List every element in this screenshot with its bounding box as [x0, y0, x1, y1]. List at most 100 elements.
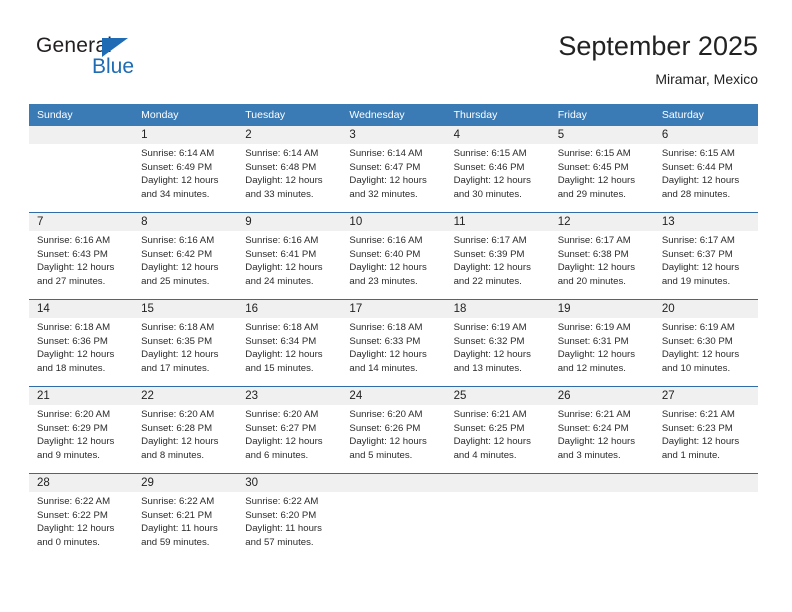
- day-detail-daylight-line2: and 6 minutes.: [245, 450, 309, 462]
- calendar-week-row: 28 Sunrise: 6:22 AM Sunset: 6:22 PM Dayligh…: [29, 473, 758, 560]
- day-number: 5: [557, 129, 565, 141]
- day-details: Sunrise: 6:17 AM Sunset: 6:38 PM Daylight:…: [558, 231, 651, 289]
- calendar-day-cell[interactable]: 20 Sunrise: 6:19 AM Sunset: 6:30 PM Dayligh…: [654, 300, 758, 386]
- day-detail-daylight-line2: and 15 minutes.: [245, 363, 314, 375]
- day-detail-daylight-line1: Daylight: 12 hours: [245, 175, 323, 187]
- day-details: Sunrise: 6:20 AM Sunset: 6:26 PM Daylight:…: [349, 405, 442, 463]
- day-number: 18: [453, 303, 467, 315]
- day-number: 4: [453, 129, 460, 141]
- day-details: Sunrise: 6:21 AM Sunset: 6:24 PM Daylight:…: [558, 405, 651, 463]
- calendar-day-cell[interactable]: 13 Sunrise: 6:17 AM Sunset: 6:37 PM Dayligh…: [654, 213, 758, 299]
- day-detail-sunrise: Sunrise: 6:17 AM: [453, 235, 527, 246]
- day-detail-sunrise: Sunrise: 6:15 AM: [557, 148, 631, 159]
- calendar-day-cell[interactable]: 19 Sunrise: 6:19 AM Sunset: 6:31 PM Dayligh…: [550, 300, 654, 386]
- day-detail-sunrise: Sunrise: 6:21 AM: [453, 409, 527, 420]
- day-detail-sunrise: Sunrise: 6:20 AM: [37, 409, 111, 420]
- calendar-day-cell[interactable]: 2 Sunrise: 6:14 AM Sunset: 6:48 PM Daylight…: [237, 126, 341, 212]
- day-detail-daylight-line2: and 33 minutes.: [245, 189, 314, 201]
- weekday-header-wednesday: Wednesday: [349, 109, 405, 121]
- day-detail-sunrise: Sunrise: 6:15 AM: [453, 148, 527, 159]
- day-detail-sunrise: Sunrise: 6:17 AM: [661, 235, 735, 246]
- day-detail-sunrise: Sunrise: 6:20 AM: [141, 409, 215, 420]
- day-detail-daylight-line1: Daylight: 12 hours: [349, 262, 427, 274]
- day-number: 3: [349, 129, 356, 141]
- calendar-day-cell[interactable]: 29 Sunrise: 6:22 AM Sunset: 6:21 PM Dayligh…: [133, 474, 237, 560]
- day-number: 30: [245, 477, 259, 489]
- day-detail-daylight-line1: Daylight: 12 hours: [661, 436, 740, 448]
- day-detail-sunrise: Sunrise: 6:14 AM: [349, 148, 423, 159]
- calendar-day-cell[interactable]: 17 Sunrise: 6:18 AM Sunset: 6:33 PM Dayligh…: [341, 300, 445, 386]
- calendar-day-cell[interactable]: 21 Sunrise: 6:20 AM Sunset: 6:29 PM Dayligh…: [29, 387, 133, 473]
- calendar-day-cell[interactable]: 26 Sunrise: 6:21 AM Sunset: 6:24 PM Dayligh…: [550, 387, 654, 473]
- calendar-day-cell[interactable]: 27 Sunrise: 6:21 AM Sunset: 6:23 PM Dayligh…: [654, 387, 758, 473]
- calendar-day-cell[interactable]: 4 Sunrise: 6:15 AM Sunset: 6:46 PM Daylight…: [446, 126, 550, 212]
- day-detail-daylight-line2: and 30 minutes.: [453, 189, 522, 201]
- weekday-header-tuesday: Tuesday: [245, 109, 286, 121]
- day-details: Sunrise: 6:18 AM Sunset: 6:35 PM Daylight:…: [141, 318, 234, 376]
- day-detail-sunset: Sunset: 6:25 PM: [453, 422, 525, 434]
- day-detail-sunset: Sunset: 6:48 PM: [245, 161, 317, 173]
- day-details: Sunrise: 6:15 AM Sunset: 6:44 PM Daylight:…: [662, 144, 755, 202]
- day-number: 17: [349, 303, 363, 315]
- calendar-day-cell[interactable]: 6 Sunrise: 6:15 AM Sunset: 6:44 PM Daylight…: [654, 126, 758, 212]
- day-number: [37, 126, 130, 144]
- calendar-week-cells: 1 Sunrise: 6:14 AM Sunset: 6:49 PM Daylight…: [29, 126, 758, 212]
- calendar-week-row: 14 Sunrise: 6:18 AM Sunset: 6:36 PM Dayligh…: [29, 299, 758, 386]
- calendar-day-cell[interactable]: 18 Sunrise: 6:19 AM Sunset: 6:32 PM Dayligh…: [446, 300, 550, 386]
- day-detail-sunset: Sunset: 6:44 PM: [661, 161, 733, 173]
- calendar-grid: Sunday Monday Tuesday Wednesday Thursday Frid…: [29, 104, 758, 560]
- calendar-day-cell[interactable]: 8 Sunrise: 6:16 AM Sunset: 6:42 PM Daylight…: [133, 213, 237, 299]
- day-detail-daylight-line1: Daylight: 12 hours: [141, 175, 219, 187]
- weekday-header-thursday: Thursday: [453, 109, 498, 121]
- day-detail-daylight-line2: and 59 minutes.: [141, 537, 210, 549]
- day-detail-daylight-line2: and 4 minutes.: [453, 450, 517, 462]
- day-number: 27: [661, 390, 675, 402]
- day-detail-daylight-line2: and 10 minutes.: [661, 363, 731, 375]
- day-detail-daylight-line1: Daylight: 12 hours: [141, 262, 219, 274]
- day-detail-daylight-line2: and 8 minutes.: [141, 450, 205, 462]
- day-details: Sunrise: 6:16 AM Sunset: 6:41 PM Daylight:…: [245, 231, 338, 289]
- day-detail-daylight-line2: and 25 minutes.: [141, 276, 210, 288]
- calendar-day-cell[interactable]: 28 Sunrise: 6:22 AM Sunset: 6:22 PM Dayligh…: [29, 474, 133, 560]
- day-detail-daylight-line1: Daylight: 12 hours: [661, 349, 740, 361]
- calendar-day-cell[interactable]: 15 Sunrise: 6:18 AM Sunset: 6:35 PM Dayligh…: [133, 300, 237, 386]
- day-detail-sunrise: Sunrise: 6:18 AM: [245, 322, 319, 333]
- calendar-day-cell[interactable]: 1 Sunrise: 6:14 AM Sunset: 6:49 PM Daylight…: [133, 126, 237, 212]
- day-detail-sunset: Sunset: 6:46 PM: [453, 161, 525, 173]
- calendar-day-cell[interactable]: 3 Sunrise: 6:14 AM Sunset: 6:47 PM Daylight…: [341, 126, 445, 212]
- calendar-day-cell[interactable]: 30 Sunrise: 6:22 AM Sunset: 6:20 PM Dayligh…: [237, 474, 341, 560]
- day-detail-sunset: Sunset: 6:28 PM: [141, 422, 213, 434]
- day-detail-sunset: Sunset: 6:36 PM: [37, 335, 108, 347]
- day-details: Sunrise: 6:21 AM Sunset: 6:25 PM Daylight:…: [454, 405, 547, 463]
- calendar-day-cell-empty: [29, 126, 133, 212]
- day-detail-daylight-line1: Daylight: 12 hours: [37, 523, 115, 535]
- day-detail-daylight-line2: and 17 minutes.: [141, 363, 210, 375]
- day-number: 26: [557, 390, 571, 402]
- calendar-day-cell[interactable]: 12 Sunrise: 6:17 AM Sunset: 6:38 PM Dayligh…: [550, 213, 654, 299]
- calendar-day-cell[interactable]: 22 Sunrise: 6:20 AM Sunset: 6:28 PM Dayligh…: [133, 387, 237, 473]
- day-number: 21: [37, 390, 50, 402]
- day-detail-sunrise: Sunrise: 6:22 AM: [245, 496, 319, 507]
- calendar-day-cell[interactable]: 16 Sunrise: 6:18 AM Sunset: 6:34 PM Dayligh…: [237, 300, 341, 386]
- day-number: 7: [37, 216, 44, 228]
- calendar-day-cell[interactable]: 25 Sunrise: 6:21 AM Sunset: 6:25 PM Dayligh…: [446, 387, 550, 473]
- calendar-day-cell-empty: [341, 474, 445, 560]
- calendar-day-cell[interactable]: 23 Sunrise: 6:20 AM Sunset: 6:27 PM Dayligh…: [237, 387, 341, 473]
- day-detail-daylight-line1: Daylight: 12 hours: [349, 349, 427, 361]
- day-details: Sunrise: 6:22 AM Sunset: 6:22 PM Daylight:…: [37, 492, 130, 550]
- calendar-day-cell[interactable]: 10 Sunrise: 6:16 AM Sunset: 6:40 PM Dayligh…: [341, 213, 445, 299]
- day-detail-sunrise: Sunrise: 6:14 AM: [245, 148, 319, 159]
- calendar-day-cell[interactable]: 24 Sunrise: 6:20 AM Sunset: 6:26 PM Dayligh…: [341, 387, 445, 473]
- day-number: 22: [141, 390, 154, 402]
- day-detail-daylight-line1: Daylight: 12 hours: [349, 175, 427, 187]
- calendar-day-cell[interactable]: 9 Sunrise: 6:16 AM Sunset: 6:41 PM Daylight…: [237, 213, 341, 299]
- calendar-day-cell[interactable]: 14 Sunrise: 6:18 AM Sunset: 6:36 PM Dayligh…: [29, 300, 133, 386]
- day-detail-daylight-line1: Daylight: 12 hours: [453, 436, 531, 448]
- calendar-day-cell[interactable]: 5 Sunrise: 6:15 AM Sunset: 6:45 PM Daylight…: [550, 126, 654, 212]
- calendar-day-cell[interactable]: 11 Sunrise: 6:17 AM Sunset: 6:39 PM Dayligh…: [446, 213, 550, 299]
- day-details: Sunrise: 6:20 AM Sunset: 6:28 PM Daylight:…: [141, 405, 234, 463]
- brand-logo[interactable]: General Blue: [36, 34, 276, 88]
- weekday-header-saturday: Saturday: [661, 109, 704, 121]
- calendar-day-cell[interactable]: 7 Sunrise: 6:16 AM Sunset: 6:43 PM Daylight…: [29, 213, 133, 299]
- day-detail-daylight-line1: Daylight: 12 hours: [245, 262, 323, 274]
